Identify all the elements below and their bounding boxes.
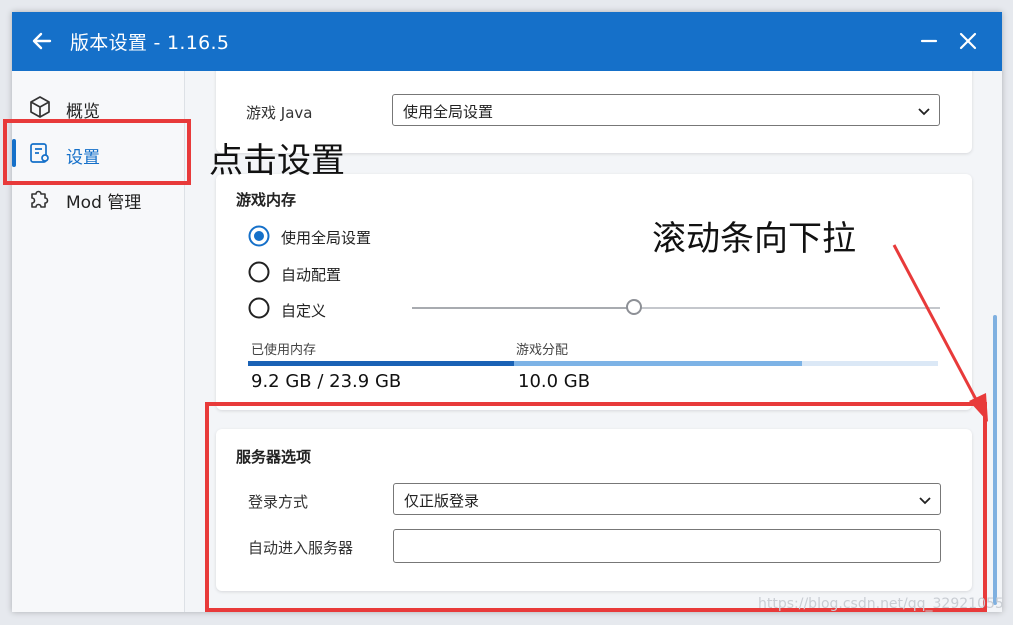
annotation-click-settings: 点击设置 (209, 141, 345, 181)
annotation-box-server (205, 402, 987, 612)
radio-global[interactable] (248, 225, 270, 247)
memory-card: 游戏内存 使用全局设置 自动配置 自定义 已使用内存 游戏分配 9.2 GB /… (216, 174, 972, 410)
used-memory-fill (248, 361, 514, 366)
used-memory-label: 已使用内存 (251, 343, 317, 358)
cube-icon (30, 96, 50, 118)
back-arrow-icon[interactable] (30, 29, 54, 53)
annotation-arrow-icon (892, 244, 988, 422)
annotation-box-settings (3, 119, 191, 185)
radio-custom[interactable] (248, 297, 270, 319)
radio-auto[interactable] (248, 261, 270, 283)
used-memory-value: 9.2 GB / 23.9 GB (251, 371, 402, 392)
slider-thumb[interactable] (626, 299, 642, 315)
radio-label-auto: 自动配置 (281, 266, 342, 284)
annotation-scroll-down: 滚动条向下拉 (652, 219, 856, 259)
memory-slider[interactable] (412, 298, 940, 318)
title-bar: 版本设置 - 1.16.5 (12, 12, 1002, 71)
java-label: 游戏 Java (246, 104, 313, 122)
minimize-icon[interactable] (917, 29, 941, 53)
slider-fill (412, 307, 634, 309)
close-icon[interactable] (956, 29, 980, 53)
memory-title: 游戏内存 (236, 191, 297, 209)
radio-label-custom: 自定义 (281, 302, 327, 320)
chevron-down-icon (918, 108, 930, 116)
java-select[interactable]: 使用全局设置 (392, 94, 940, 126)
radio-label-global: 使用全局设置 (281, 229, 372, 247)
alloc-memory-value: 10.0 GB (518, 371, 591, 392)
alloc-memory-label: 游戏分配 (516, 343, 569, 358)
java-select-value: 使用全局设置 (403, 103, 494, 121)
sidebar-item-label: Mod 管理 (66, 193, 142, 213)
puzzle-icon (31, 190, 49, 208)
watermark: https://blog.csdn.net/qq_32921055 (758, 596, 1004, 612)
memory-bar (248, 361, 938, 366)
window-title: 版本设置 - 1.16.5 (70, 32, 230, 54)
